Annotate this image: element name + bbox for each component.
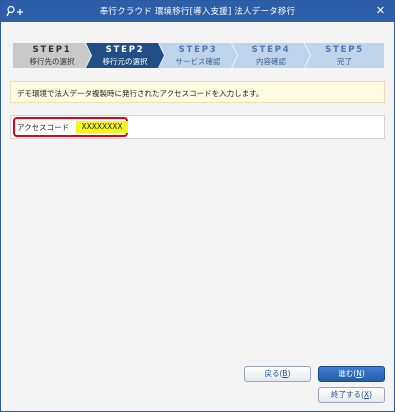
step-4-label: 内容確認: [256, 57, 286, 66]
back-button-label: 戻る(: [264, 369, 283, 378]
info-message-box: デモ環境で法人データ複製時に発行されたアクセスコードを入力します。: [10, 81, 385, 103]
step-3: STEP3 サービス確認: [159, 43, 237, 68]
step-5-label: 完了: [337, 57, 352, 66]
next-button-suffix: ): [361, 369, 365, 378]
step-3-label: サービス確認: [175, 57, 221, 66]
step-4: STEP4 内容確認: [232, 43, 310, 68]
title-bar: 奉行クラウド 環境移行[導入支援] 法人データ移行 ✕: [1, 1, 394, 22]
close-icon[interactable]: ✕: [373, 3, 388, 19]
back-button-suffix: ): [287, 369, 291, 378]
finish-button-suffix: ): [369, 390, 372, 399]
step-5-number: STEP5: [325, 45, 364, 55]
window-title: 奉行クラウド 環境移行[導入支援] 法人データ移行: [99, 7, 296, 17]
step-2: STEP2 移行元の選択: [86, 43, 164, 68]
step-2-label: 移行元の選択: [102, 57, 148, 66]
info-message: デモ環境で法人データ複製時に発行されたアクセスコードを入力します。: [17, 89, 264, 98]
back-button[interactable]: 戻る(B): [244, 366, 311, 382]
step-1: STEP1 移行先の選択: [13, 43, 91, 68]
step-progress: STEP1 移行先の選択 STEP2 移行元の選択 STEP3 サービス確認 S…: [13, 43, 384, 68]
access-code-label: アクセスコード: [17, 123, 70, 132]
step-3-number: STEP3: [178, 45, 218, 55]
step-5: STEP5 完了: [305, 43, 384, 68]
next-button[interactable]: 進む(N): [318, 366, 385, 382]
next-button-label: 進む(: [338, 369, 357, 378]
step-2-number: STEP2: [105, 45, 145, 55]
step-1-number: STEP1: [32, 45, 72, 55]
access-code-input[interactable]: XXXXXXXX: [76, 121, 128, 133]
dialog-window: 奉行クラウド 環境移行[導入支援] 法人データ移行 ✕ STEP1 移行先の選択…: [0, 0, 395, 412]
step-4-number: STEP4: [251, 45, 291, 55]
step-1-label: 移行先の選択: [29, 57, 75, 66]
finish-button[interactable]: 終了する(X): [318, 387, 385, 403]
finish-button-label: 終了する(: [330, 390, 364, 399]
